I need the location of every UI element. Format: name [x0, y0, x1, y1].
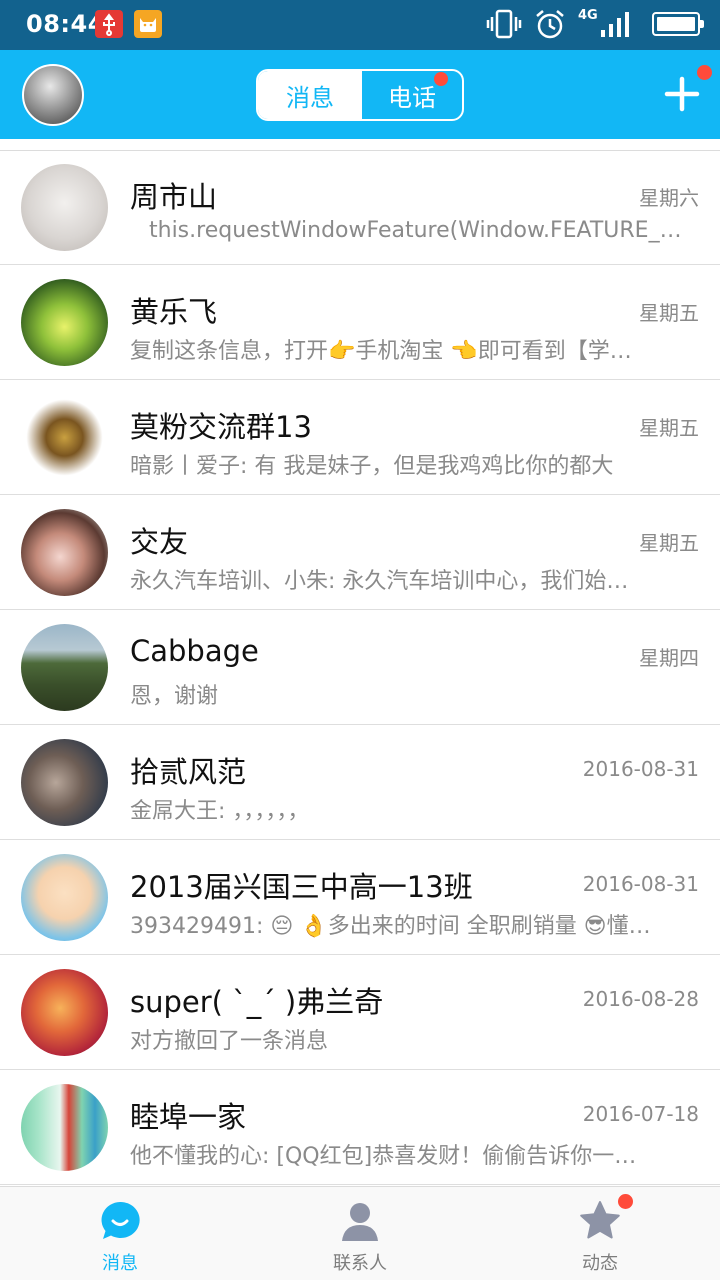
avatar	[21, 969, 108, 1056]
tab-bar-label: 动态	[582, 1253, 618, 1274]
message-time: 2016-08-31	[582, 872, 699, 896]
avatar	[21, 509, 108, 596]
message-time: 2016-08-31	[582, 757, 699, 781]
contact-name: 黄乐飞	[130, 295, 218, 329]
message-preview: 复制这条信息，打开👉手机淘宝 👈即可看到【学…	[130, 339, 632, 364]
network-type: 4G	[578, 8, 598, 23]
avatar	[21, 739, 108, 826]
message-time: 星期四	[639, 646, 699, 670]
message-preview: 金屌大王: ，，，，，，	[130, 799, 310, 824]
contact-name: 莫粉交流群13	[130, 410, 312, 444]
message-preview: 永久汽车培训、小朱: 永久汽车培训中心，我们始…	[130, 569, 629, 594]
conversation-list: 周市山 星期六 this.requestWindowFeature(Window…	[0, 150, 720, 1185]
list-item[interactable]: 拾贰风范 2016-08-31 金屌大王: ，，，，，，	[0, 725, 720, 840]
message-time: 星期五	[639, 301, 699, 325]
tab-bar-label: 联系人	[333, 1253, 387, 1274]
avatar	[21, 164, 108, 251]
message-preview: 暗影丨爱子: 有 我是妹子，但是我鸡鸡比你的都大	[130, 454, 614, 479]
avatar	[21, 1084, 108, 1171]
message-time: 星期五	[639, 416, 699, 440]
avatar	[21, 394, 108, 481]
message-time: 星期六	[639, 186, 699, 210]
top-header: 消息 电话	[0, 50, 720, 139]
contact-name: Cabbage	[130, 634, 259, 668]
feeds-badge	[618, 1194, 633, 1209]
message-preview: this.requestWindowFeature(Window.FEATURE…	[149, 218, 685, 243]
message-time: 星期五	[639, 531, 699, 555]
tab-switcher: 消息 电话	[256, 69, 464, 121]
list-item[interactable]: 2013届兴国三中高一13班 2016-08-31 393429491: 😔 👌…	[0, 840, 720, 955]
avatar	[21, 624, 108, 711]
message-preview: 393429491: 😔 👌多出来的时间 全职刷销量 😎懂…	[130, 914, 651, 939]
add-badge	[697, 65, 712, 80]
contact-name: super( ˋ_ˊ )弗兰奇	[130, 985, 384, 1019]
message-time: 2016-07-18	[582, 1102, 699, 1126]
calls-badge	[434, 72, 448, 86]
bottom-tab-bar: 消息 联系人 动态	[0, 1186, 720, 1280]
tab-bar-messages[interactable]: 消息	[0, 1187, 240, 1281]
tab-messages[interactable]: 消息	[258, 71, 362, 119]
message-preview: 他不懂我的心: [QQ红包]恭喜发财！偷偷告诉你一…	[130, 1144, 637, 1169]
status-bar: 08:44 4G	[0, 0, 720, 50]
signal-icon	[600, 10, 632, 42]
add-button[interactable]	[662, 74, 702, 114]
list-item[interactable]: 黄乐飞 星期五 复制这条信息，打开👉手机淘宝 👈即可看到【学…	[0, 265, 720, 380]
tab-bar-label: 消息	[102, 1253, 138, 1274]
list-item[interactable]: 莫粉交流群13 星期五 暗影丨爱子: 有 我是妹子，但是我鸡鸡比你的都大	[0, 380, 720, 495]
contact-person-icon	[338, 1199, 382, 1243]
profile-avatar[interactable]	[22, 64, 84, 126]
vibrate-icon	[486, 8, 522, 44]
list-item[interactable]: super( ˋ_ˊ )弗兰奇 2016-08-28 对方撤回了一条消息	[0, 955, 720, 1070]
list-item[interactable]: Cabbage 星期四 恩，谢谢	[0, 610, 720, 725]
avatar	[21, 279, 108, 366]
status-time: 08:44	[26, 10, 105, 38]
contact-name: 交友	[130, 525, 189, 559]
list-item[interactable]: 睦埠一家 2016-07-18 他不懂我的心: [QQ红包]恭喜发财！偷偷告诉你…	[0, 1070, 720, 1185]
usb-icon	[95, 10, 123, 38]
cat-app-icon	[134, 10, 162, 38]
message-preview: 对方撤回了一条消息	[130, 1029, 329, 1054]
list-item[interactable]: 交友 星期五 永久汽车培训、小朱: 永久汽车培训中心，我们始…	[0, 495, 720, 610]
battery-icon	[652, 12, 704, 36]
contact-name: 睦埠一家	[130, 1100, 247, 1134]
alarm-icon	[534, 8, 566, 46]
list-item[interactable]: 周市山 星期六 this.requestWindowFeature(Window…	[0, 150, 720, 265]
message-time: 2016-08-28	[582, 987, 699, 1011]
tab-bar-contacts[interactable]: 联系人	[240, 1187, 480, 1281]
message-preview: 恩，谢谢	[130, 684, 219, 709]
star-icon	[578, 1199, 622, 1243]
avatar	[21, 854, 108, 941]
contact-name: 拾贰风范	[130, 755, 247, 789]
tab-bar-feeds[interactable]: 动态	[480, 1187, 720, 1281]
chat-bubble-icon	[98, 1199, 142, 1243]
contact-name: 2013届兴国三中高一13班	[130, 870, 473, 904]
contact-name: 周市山	[130, 180, 218, 214]
